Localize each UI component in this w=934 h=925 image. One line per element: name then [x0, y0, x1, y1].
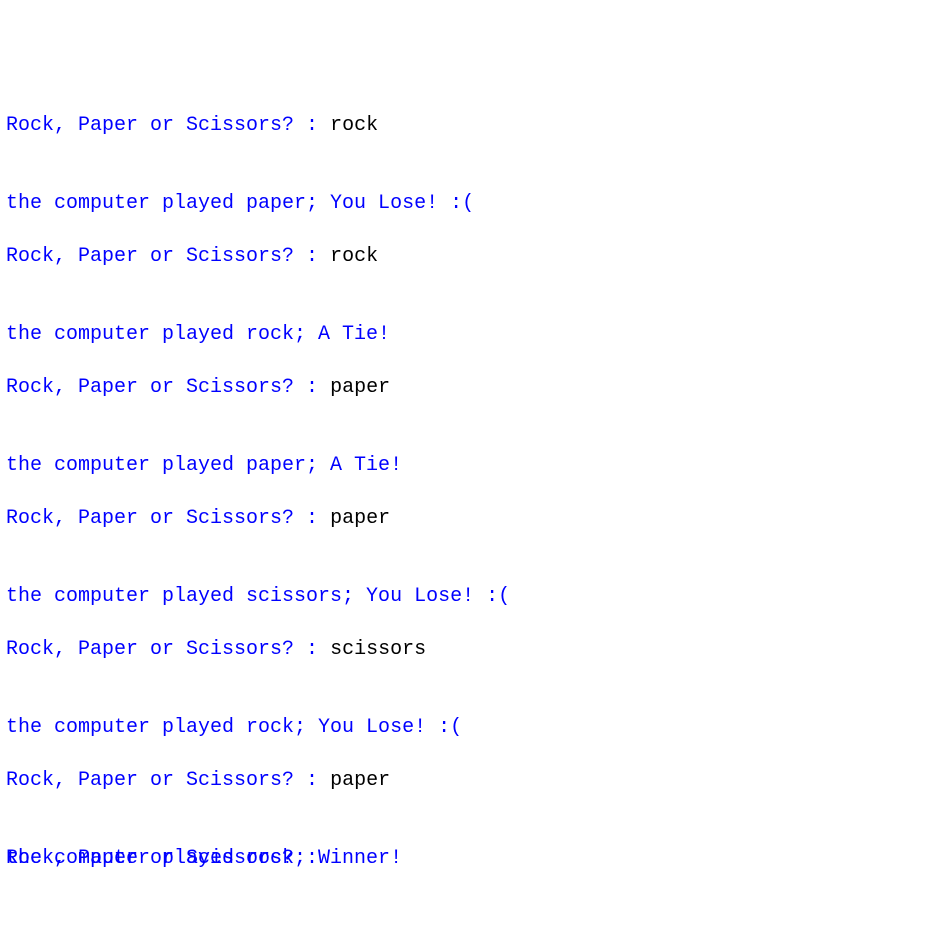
- active-prompt-line[interactable]: Rock, Paper or Scissors? :: [6, 846, 926, 872]
- user-input-text: paper: [330, 506, 391, 530]
- user-input-text: paper: [330, 768, 391, 792]
- user-input-text: paper: [330, 375, 391, 399]
- prompt-line: Rock, Paper or Scissors? : paper: [6, 768, 926, 794]
- prompt-text: Rock, Paper or Scissors? :: [6, 506, 331, 530]
- prompt-line: Rock, Paper or Scissors? : paper: [6, 375, 926, 401]
- prompt-text: Rock, Paper or Scissors? :: [6, 375, 331, 399]
- console-round-1: Rock, Paper or Scissors? : rock the comp…: [6, 60, 926, 216]
- prompt-text: Rock, Paper or Scissors? :: [6, 244, 331, 268]
- user-input-text: rock: [330, 244, 379, 268]
- prompt-line: Rock, Paper or Scissors? : rock: [6, 113, 926, 139]
- user-input-text: scissors: [330, 637, 427, 661]
- prompt-text: Rock, Paper or Scissors? :: [6, 768, 331, 792]
- prompt-text: Rock, Paper or Scissors? :: [6, 637, 331, 661]
- user-input-text: rock: [330, 113, 379, 137]
- prompt-line: Rock, Paper or Scissors? : paper: [6, 506, 926, 532]
- prompt-line: Rock, Paper or Scissors? : scissors: [6, 637, 926, 663]
- prompt-line: Rock, Paper or Scissors? : rock: [6, 244, 926, 270]
- prompt-text: Rock, Paper or Scissors? :: [6, 113, 331, 137]
- console-output[interactable]: Rock, Paper or Scissors? : rock the comp…: [6, 8, 926, 871]
